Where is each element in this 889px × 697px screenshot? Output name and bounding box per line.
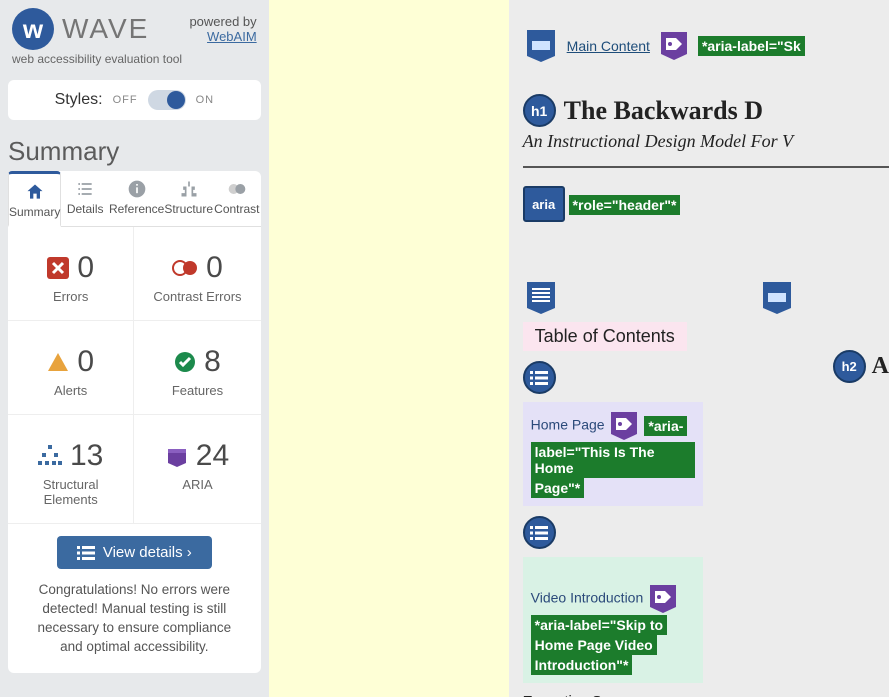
main-content-link[interactable]: Main Content	[567, 38, 650, 54]
h1-badge-icon: h1	[523, 94, 556, 127]
tab-structure-label: Structure	[164, 202, 213, 216]
logo-block: w WAVE	[12, 8, 149, 50]
ul-list-icon	[523, 361, 556, 394]
home-aria-tag2: label="This Is The Home	[531, 442, 695, 478]
stat-contrast-value: 0	[206, 251, 223, 285]
tree-icon	[179, 179, 199, 199]
video-aria-tag1: *aria-label="Skip to	[531, 615, 667, 635]
stat-structural: 13 Structural Elements	[8, 415, 134, 524]
toggle-on-label: ON	[196, 94, 215, 106]
h2-text: A	[872, 353, 889, 380]
aria-icon	[166, 445, 188, 467]
toggle-knob	[167, 91, 185, 109]
stat-errors-value: 0	[77, 251, 94, 285]
role-header-row: aria *role="header"*	[523, 186, 889, 222]
styles-toggle[interactable]	[148, 90, 186, 110]
evaluated-page: Main Content *aria-label="Sk h1 The Back…	[509, 0, 889, 697]
feature-icon	[174, 351, 196, 373]
yellow-margin	[269, 0, 509, 697]
summary-title: Summary	[0, 124, 269, 171]
styles-toggle-card: Styles: OFF ON	[8, 80, 261, 120]
tab-reference-label: Reference	[109, 202, 164, 216]
stat-aria: 24 ARIA	[134, 415, 260, 524]
page-subtitle: An Instructional Design Model For V	[523, 131, 889, 152]
stat-errors-label: Errors	[18, 289, 123, 304]
aria-tag-shield-icon-2	[608, 410, 640, 442]
aria-tag-shield-icon-3	[647, 583, 679, 615]
tab-summary-label: Summary	[9, 205, 60, 219]
report-card: Summary Details Reference Structure Cont…	[8, 171, 261, 673]
role-header-tag: *role="header"*	[569, 195, 681, 215]
stats-grid: 0 Errors 0 Contrast Errors 0 Alerts	[8, 227, 261, 524]
wave-sidebar: w WAVE powered by WebAIM web accessibili…	[0, 0, 269, 697]
aria-tag-shield-icon	[658, 30, 690, 62]
brand-name: WAVE	[62, 13, 149, 45]
video-intro-box: Video Introduction *aria-label="Skip to …	[523, 557, 703, 683]
stat-aria-value: 24	[196, 439, 229, 473]
tab-details-label: Details	[67, 202, 104, 216]
contrast-error-icon	[172, 259, 198, 277]
tagline: web accessibility evaluation tool	[0, 52, 269, 76]
alert-icon	[47, 351, 69, 373]
list-icon	[75, 179, 95, 199]
top-annotations: Main Content *aria-label="Sk	[523, 28, 889, 64]
home-aria-tag3: Page"*	[531, 478, 585, 498]
h1-row: h1 The Backwards D	[523, 94, 889, 127]
structure-icon	[38, 445, 62, 467]
webaim-link[interactable]: WebAIM	[207, 29, 257, 44]
home-aria-tag1: *aria-	[644, 416, 687, 436]
tabs: Summary Details Reference Structure Cont…	[8, 171, 261, 227]
stat-structural-value: 13	[70, 439, 103, 473]
stat-features: 8 Features	[134, 321, 260, 415]
powered-label: powered by	[189, 14, 256, 29]
powered-by: powered by WebAIM	[189, 14, 256, 44]
styles-label: Styles:	[55, 91, 103, 109]
tab-details[interactable]: Details	[61, 171, 109, 226]
layout-icons-row	[523, 280, 889, 316]
congrats-message: Congratulations! No errors were detected…	[8, 577, 261, 673]
h2-badge-icon: h2	[833, 350, 866, 383]
ul-list-icon-2	[523, 516, 556, 549]
tab-reference[interactable]: Reference	[109, 171, 164, 226]
tab-summary[interactable]: Summary	[8, 171, 61, 227]
contrast-icon	[227, 179, 247, 199]
home-page-link[interactable]: Home Page	[531, 417, 605, 433]
aria-badge-icon: aria	[523, 186, 565, 222]
stat-alerts-value: 0	[77, 345, 94, 379]
tab-structure[interactable]: Structure	[164, 171, 213, 226]
view-details-button[interactable]: View details ›	[57, 536, 212, 569]
stat-contrast-label: Contrast Errors	[144, 289, 250, 304]
video-intro-link[interactable]: Video Introduction	[531, 590, 644, 606]
toggle-off-label: OFF	[113, 94, 138, 106]
stat-errors: 0 Errors	[8, 227, 134, 321]
wave-logo-icon: w	[12, 8, 54, 50]
home-page-box: Home Page *aria- label="This Is The Home…	[523, 402, 703, 506]
stat-alerts: 0 Alerts	[8, 321, 134, 415]
stat-features-value: 8	[204, 345, 221, 379]
aria-label-skip: *aria-label="Sk	[698, 36, 805, 56]
divider	[523, 166, 889, 168]
stat-aria-label: ARIA	[144, 477, 250, 492]
stat-alerts-label: Alerts	[18, 383, 123, 398]
toc-heading: Table of Contents	[523, 322, 687, 351]
video-aria-tag3: Introduction"*	[531, 655, 633, 675]
stat-features-label: Features	[144, 383, 250, 398]
executive-summary-link[interactable]: Executive Summary	[523, 693, 703, 697]
home-icon	[25, 182, 45, 202]
view-details-label: View details ›	[103, 544, 192, 561]
tab-contrast[interactable]: Contrast	[213, 171, 261, 226]
stat-structural-label: Structural Elements	[18, 477, 123, 507]
error-icon	[47, 257, 69, 279]
layout-shield-icon	[523, 28, 559, 64]
sidebar-header: w WAVE powered by WebAIM	[0, 0, 269, 52]
tab-contrast-label: Contrast	[214, 202, 259, 216]
content-shield-icon	[523, 280, 559, 316]
layout-shield-icon-2	[759, 280, 795, 316]
stat-contrast-errors: 0 Contrast Errors	[134, 227, 260, 321]
video-aria-tag2: Home Page Video	[531, 635, 657, 655]
page-h1: The Backwards D	[564, 96, 763, 126]
details-list-icon	[77, 546, 95, 560]
info-icon	[127, 179, 147, 199]
page-content-area: Main Content *aria-label="Sk h1 The Back…	[269, 0, 889, 697]
